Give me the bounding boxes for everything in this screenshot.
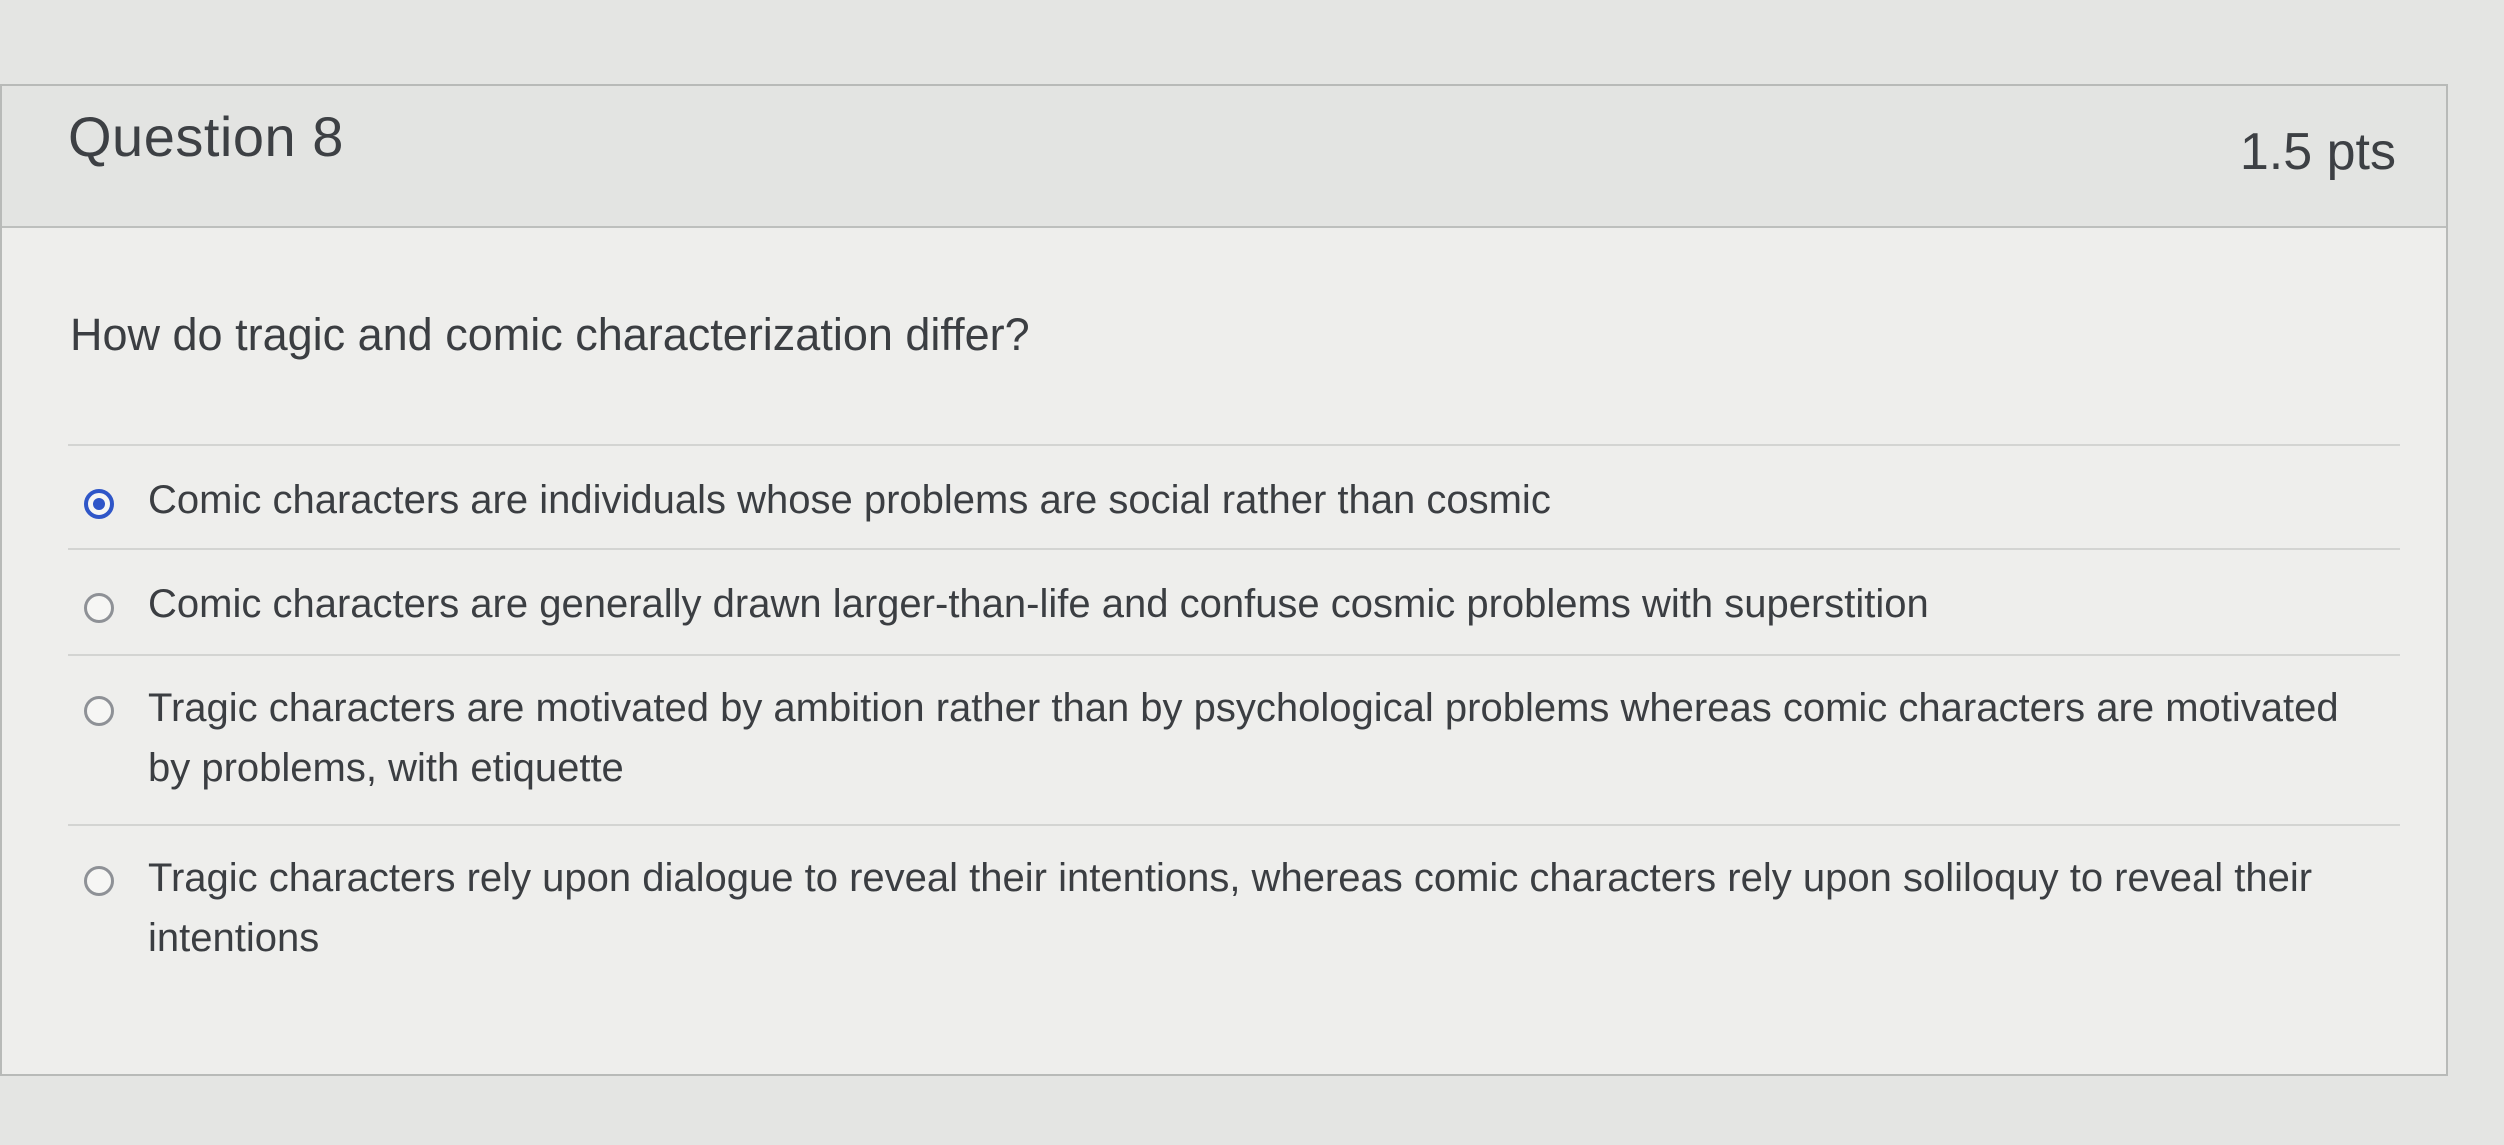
answer-list: Comic characters are individuals whose p…: [68, 444, 2400, 994]
question-card: Question 8 1.5 pts How do tragic and com…: [0, 84, 2448, 1076]
answer-label: Tragic characters rely upon dialogue to …: [148, 856, 2313, 960]
answer-label: Tragic characters are motivated by ambit…: [148, 686, 2339, 790]
question-header: Question 8 1.5 pts: [2, 86, 2446, 228]
radio-selected-icon[interactable]: [84, 489, 114, 519]
radio-unselected-icon[interactable]: [84, 696, 114, 726]
question-prompt: How do tragic and comic characterization…: [70, 309, 1030, 360]
answer-label: Comic characters are generally drawn lar…: [148, 582, 1929, 626]
answer-option-3[interactable]: Tragic characters are motivated by ambit…: [68, 654, 2400, 824]
radio-unselected-icon[interactable]: [84, 866, 114, 896]
answer-option-2[interactable]: Comic characters are generally drawn lar…: [68, 548, 2400, 654]
answer-label: Comic characters are individuals whose p…: [148, 478, 1551, 522]
question-points: 1.5 pts: [2239, 123, 2396, 181]
question-title: Question 8: [68, 105, 344, 168]
answer-option-4[interactable]: Tragic characters rely upon dialogue to …: [68, 824, 2400, 994]
radio-unselected-icon[interactable]: [84, 593, 114, 623]
answer-option-1[interactable]: Comic characters are individuals whose p…: [68, 444, 2400, 548]
